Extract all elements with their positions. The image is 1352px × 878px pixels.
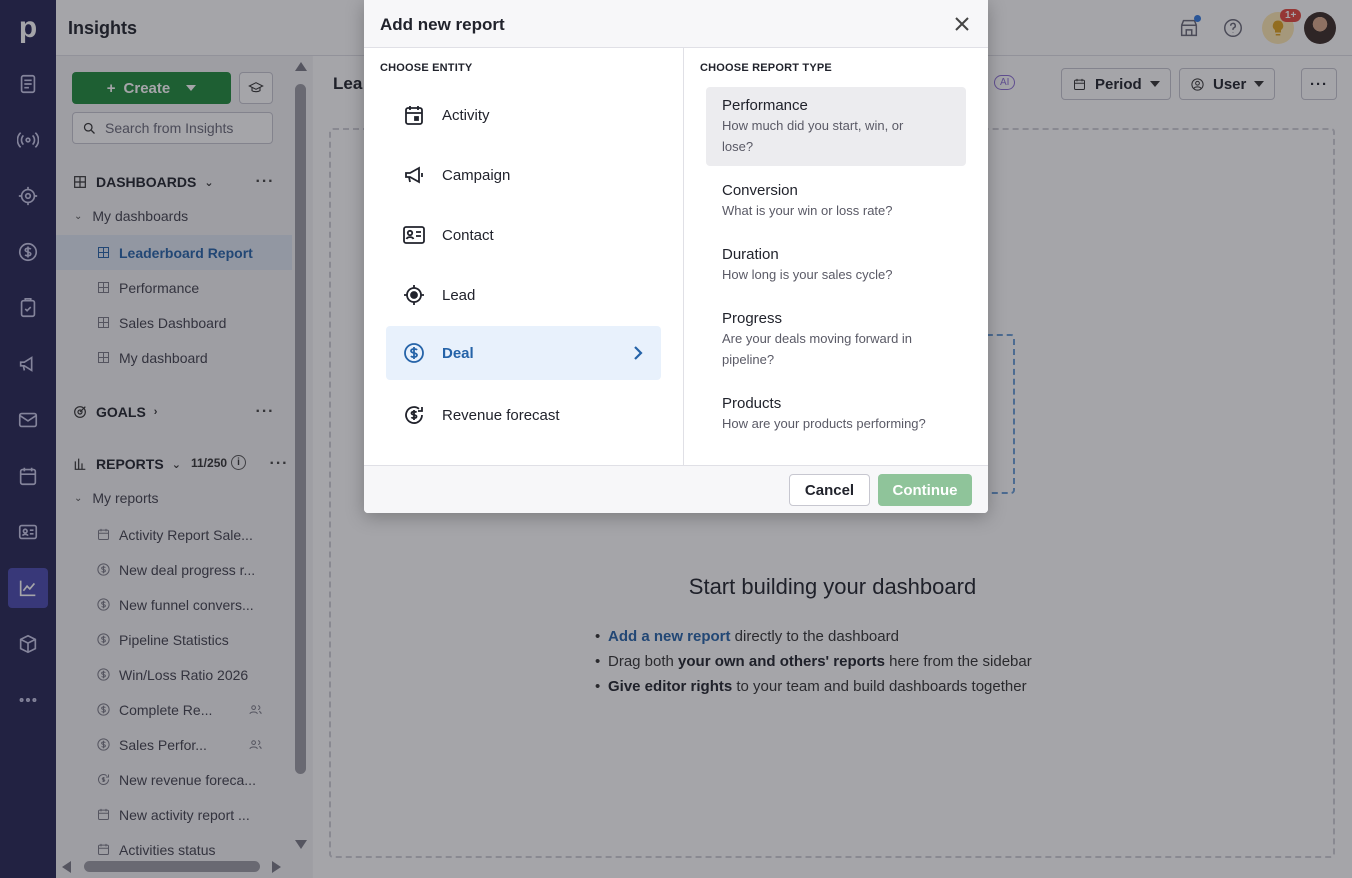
report-type-description: How are your products performing? [722,416,926,431]
close-icon[interactable] [952,14,972,34]
report-type-option[interactable]: Progress Are your deals moving forward in… [706,300,966,380]
entity-label: Lead [442,286,476,304]
entity-label: Contact [442,226,494,244]
calendar-icon [405,106,423,125]
report-type-option[interactable]: Duration How long is your sales cycle? [706,236,966,295]
chevron-right-icon [631,345,645,361]
entity-column-header: CHOOSE ENTITY [380,62,473,74]
modal-footer: Cancel Continue [364,465,988,513]
megaphone-icon [405,166,423,184]
report-type-option[interactable]: Conversion What is your win or loss rate? [706,172,966,231]
report-type-name: Duration [722,246,779,263]
modal-header: Add new report [364,0,988,48]
report-type-description: What is your win or loss rate? [722,203,893,218]
report-type-option-selected[interactable]: Performance How much did you start, win, … [706,87,966,166]
entity-option[interactable]: Lead [386,268,661,322]
cancel-button[interactable]: Cancel [789,474,870,506]
report-type-description: How much did you start, win, or lose? [722,118,904,154]
entity-option[interactable]: Activity [386,88,661,142]
lead-target-icon [404,285,424,305]
entity-option[interactable]: Campaign [386,148,661,202]
continue-button[interactable]: Continue [878,474,972,506]
entity-option[interactable]: Contact [386,208,661,262]
report-type-column-header: CHOOSE REPORT TYPE [700,62,832,74]
contact-card-icon [403,226,425,244]
entity-label: Activity [442,106,490,124]
report-type-column: CHOOSE REPORT TYPE Performance How much d… [684,48,988,465]
report-type-name: Progress [722,310,783,327]
report-type-name: Products [722,395,782,412]
dollar-icon [404,343,424,363]
report-type-name: Conversion [722,182,798,199]
revenue-forecast-icon [405,406,423,424]
report-type-description: How long is your sales cycle? [722,267,893,282]
report-type-option[interactable]: Products How are your products performing… [706,385,966,444]
entity-label: Campaign [442,166,511,184]
modal-title: Add new report [380,15,505,34]
entity-label: Deal [442,344,474,362]
entity-label: Revenue forecast [442,406,560,424]
add-report-modal: Add new report CHOOSE ENTITY Activity Ca… [364,0,988,513]
entity-column: CHOOSE ENTITY Activity Campaign Contact … [364,48,684,465]
entity-option-selected[interactable]: Deal [386,326,661,380]
report-type-description: Are your deals moving forward in pipelin… [722,331,913,367]
entity-option[interactable]: Revenue forecast [386,388,661,442]
report-type-name: Performance [722,97,808,114]
